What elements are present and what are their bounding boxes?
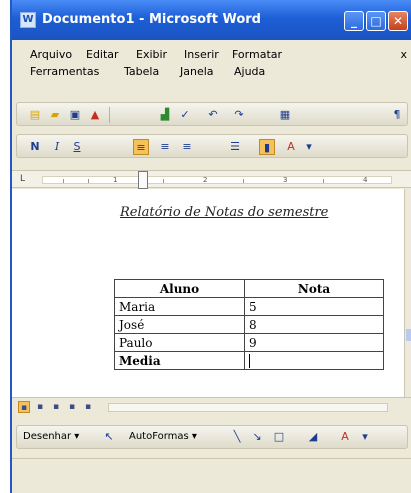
menu-ajuda[interactable]: Ajuda (234, 65, 265, 78)
table-row: Paulo 9 (114, 333, 384, 352)
document-page[interactable]: Relatório de Notas do semestre Aluno Not… (12, 189, 404, 397)
table-cell-nota[interactable] (244, 351, 384, 370)
table-row: José 8 (114, 315, 384, 334)
web-view-icon[interactable]: ▪ (34, 401, 46, 413)
select-objects-icon[interactable]: ↖ (101, 429, 117, 445)
align-right-icon[interactable]: ≡ (179, 139, 195, 155)
save-icon[interactable]: ▣ (67, 107, 83, 123)
line-icon[interactable]: ╲ (229, 429, 245, 445)
window-title: Documento1 - Microsoft Word (42, 12, 261, 27)
undo-icon[interactable]: ↶ (205, 107, 221, 123)
paragraph-mark-icon[interactable]: ¶ (389, 107, 405, 123)
print-icon[interactable]: ▟ (157, 107, 173, 123)
bold-button[interactable]: N (27, 139, 43, 155)
arrow-icon[interactable]: ↘ (249, 429, 265, 445)
align-left-icon[interactable]: ≡ (133, 139, 149, 155)
menu-exibir[interactable]: Exibir (136, 48, 167, 61)
standard-toolbar: ▤ ▰ ▣ ▲ ▟ ✓ ↶ ↷ ▦ ¶ (16, 102, 408, 126)
outline-view-icon[interactable]: ▪ (66, 401, 78, 413)
table-header-row: Aluno Nota (114, 279, 384, 298)
view-bar: ▪ ▪ ▪ ▪ ▪ (12, 397, 411, 417)
menu-row-2: Ferramentas Tabela Janela Ajuda (12, 63, 411, 80)
open-folder-icon[interactable]: ▰ (47, 107, 63, 123)
document-close-icon[interactable]: x (400, 48, 407, 61)
table-cell-nota[interactable]: 8 (244, 315, 384, 334)
text-caret (249, 353, 250, 368)
table-cell-nota[interactable]: 5 (244, 297, 384, 316)
ruler-number: 3 (283, 176, 288, 184)
menu-arquivo[interactable]: Arquivo (30, 48, 72, 61)
minimize-button[interactable]: _ (344, 11, 364, 31)
ruler-tick (323, 179, 324, 183)
tab-stop-icon[interactable]: L (20, 174, 25, 184)
table-header-aluno[interactable]: Aluno (114, 279, 245, 298)
status-bar (12, 458, 411, 493)
font-color-dropdown-icon[interactable]: ▾ (301, 139, 317, 155)
ruler-number: 1 (113, 176, 118, 184)
table-cell-aluno[interactable]: Maria (114, 297, 245, 316)
draw-font-color-icon[interactable]: A (337, 429, 353, 445)
normal-view-icon[interactable]: ▪ (18, 401, 30, 413)
table-row: Media (114, 351, 384, 370)
formatting-toolbar: N I S ≡ ≡ ≡ ☰ ▮ A ▾ (16, 134, 408, 158)
menu-tabela[interactable]: Tabela (124, 65, 159, 78)
table-cell-aluno[interactable]: Media (114, 351, 245, 370)
horizontal-scrollbar[interactable] (108, 403, 388, 412)
document-heading: Relatório de Notas do semestre (120, 205, 329, 220)
highlight-icon[interactable]: ▮ (259, 139, 275, 155)
bullet-list-icon[interactable]: ☰ (227, 139, 243, 155)
new-document-icon[interactable]: ▤ (27, 107, 43, 123)
ruler-track: 1 2 3 4 (42, 176, 392, 184)
maximize-button[interactable]: □ (366, 11, 386, 31)
grades-table[interactable]: Aluno Nota Maria 5 José 8 Paulo 9 Media (114, 279, 384, 370)
italic-button[interactable]: I (49, 139, 65, 155)
draw-font-color-dropdown-icon[interactable]: ▾ (357, 429, 373, 445)
drawing-toolbar: Desenhar ▾ ↖ AutoFormas ▾ ╲ ↘ □ ◢ A ▾ (16, 425, 408, 449)
word-icon[interactable]: W (20, 12, 36, 28)
align-center-icon[interactable]: ≡ (157, 139, 173, 155)
menu-janela[interactable]: Janela (180, 65, 214, 78)
ruler-tick (243, 179, 244, 183)
permission-icon[interactable]: ▲ (87, 107, 103, 123)
redo-icon[interactable]: ↷ (231, 107, 247, 123)
title-bar[interactable]: W Documento1 - Microsoft Word _ □ ✕ (12, 0, 411, 40)
horizontal-ruler[interactable]: L 1 2 3 4 (12, 170, 411, 189)
table-cell-nota[interactable]: 9 (244, 333, 384, 352)
ruler-tick (163, 179, 164, 183)
vertical-scrollbar[interactable] (404, 189, 411, 397)
menu-ferramentas[interactable]: Ferramentas (30, 65, 99, 78)
menu-row-1: Arquivo Editar Exibir Inserir Formatar x (12, 46, 411, 63)
ruler-number: 4 (363, 176, 368, 184)
font-color-icon[interactable]: A (283, 139, 299, 155)
menu-editar[interactable]: Editar (86, 48, 119, 61)
separator (109, 107, 110, 123)
word-window: W Documento1 - Microsoft Word _ □ ✕ Arqu… (10, 0, 411, 493)
table-row: Maria 5 (114, 297, 384, 316)
print-view-icon[interactable]: ▪ (50, 401, 62, 413)
indent-marker[interactable] (138, 171, 148, 189)
ruler-tick (88, 179, 89, 183)
table-header-nota[interactable]: Nota (244, 279, 384, 298)
reading-view-icon[interactable]: ▪ (82, 401, 94, 413)
ruler-tick (63, 179, 64, 183)
close-button[interactable]: ✕ (388, 11, 408, 31)
rectangle-icon[interactable]: □ (271, 429, 287, 445)
menu-formatar[interactable]: Formatar (232, 48, 282, 61)
scroll-thumb[interactable] (406, 329, 411, 341)
table-cell-aluno[interactable]: Paulo (114, 333, 245, 352)
ruler-number: 2 (203, 176, 208, 184)
menu-bar: Arquivo Editar Exibir Inserir Formatar x… (12, 46, 411, 80)
draw-menu-button[interactable]: Desenhar ▾ (23, 431, 79, 442)
fill-color-icon[interactable]: ◢ (305, 429, 321, 445)
table-cell-aluno[interactable]: José (114, 315, 245, 334)
autoshapes-menu-button[interactable]: AutoFormas ▾ (129, 431, 197, 442)
table-icon[interactable]: ▦ (277, 107, 293, 123)
spelling-icon[interactable]: ✓ (177, 107, 193, 123)
menu-inserir[interactable]: Inserir (184, 48, 219, 61)
underline-button[interactable]: S (69, 139, 85, 155)
